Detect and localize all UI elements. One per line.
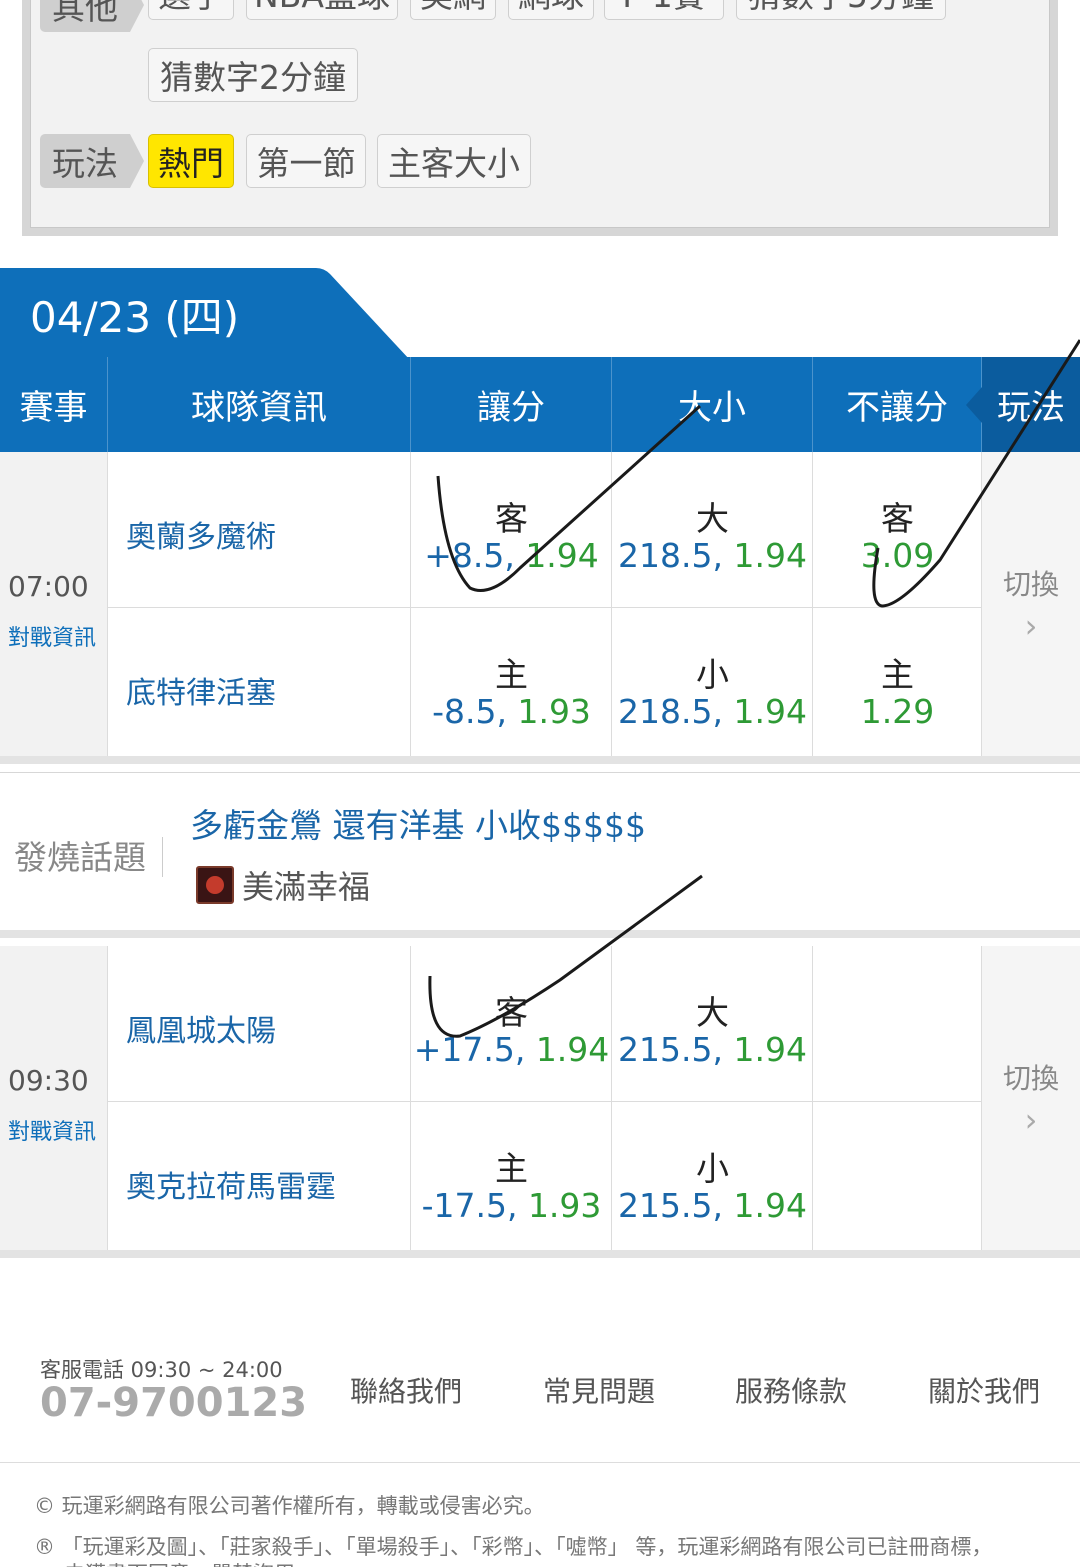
play-chip-first-quarter[interactable]: 第一節 [246,134,366,188]
header-event: 賽事 [0,357,108,452]
spread-away-points: +17.5, [413,1030,526,1069]
spread-home-odds[interactable]: -8.5, 1.93 [411,692,612,731]
header-team-info: 球隊資訊 [108,357,411,452]
total-under-points: 215.5, [618,1186,723,1225]
spread-away-price: 1.94 [525,536,599,575]
moneyline-cell [813,946,982,1250]
copyright-text: © 玩運彩網路有限公司著作權所有，轉載或侵害必究。 [34,1494,545,1518]
total-over-price: 1.94 [733,536,807,575]
spread-home-points: -17.5, [421,1186,518,1225]
trademark-text-cont: 未獲書面同意，嚴禁盜用 [64,1558,295,1567]
ml-away-odds[interactable]: 3.09 [813,536,982,575]
footer-link-about[interactable]: 關於我們 [928,1370,1040,1410]
total-under-price: 1.94 [733,1186,807,1225]
switch-label: 切換 [1002,1062,1059,1095]
row-divider [108,607,982,608]
total-over-label: 大 [696,993,729,1032]
match-time-cell: 07:00 對戰資訊 [0,452,108,756]
match-info-link[interactable]: 對戰資訊 [8,1114,96,1146]
total-under-price: 1.94 [733,692,807,731]
row-divider [108,1101,982,1102]
filter-chip[interactable]: NBA籃球 [246,0,398,20]
ml-home-price: 1.29 [860,692,935,731]
match-row: 07:00 對戰資訊 奧蘭多魔術 底特律活塞 客 +8.5, 1.94 主 -8… [0,452,1080,764]
footer-divider [0,1462,1080,1463]
chevron-right-icon: › [1024,607,1038,645]
spread-home-points: -8.5, [432,692,507,731]
spread-away-label: 客 [495,993,528,1032]
topic-author[interactable]: 美滿幸福 [242,862,370,908]
spread-away-points: +8.5, [424,536,515,575]
chevron-right-icon: › [1024,1101,1038,1139]
spread-away-odds[interactable]: +17.5, 1.94 [411,1030,612,1069]
filter-panel-inner [30,0,1050,228]
spread-home-label: 主 [495,1149,528,1188]
home-team[interactable]: 底特律活塞 [126,668,276,712]
filter-chip[interactable]: 網球 [508,0,594,20]
table-header: 賽事 球隊資訊 讓分 大小 不讓分 玩法 [0,357,1080,452]
header-moneyline: 不讓分 [813,357,982,452]
date-label: 04/23 (四) [30,293,240,342]
filter-chip[interactable]: 選手 [148,0,234,20]
ml-away-price: 3.09 [860,536,935,575]
trademark-text: ® 「玩運彩及圖」、「莊家殺手」、「單場殺手」、「彩幣」、「噓幣」 等，玩運彩網… [34,1535,993,1559]
ml-home-odds[interactable]: 1.29 [813,692,982,731]
header-total: 大小 [612,357,813,452]
header-spread: 讓分 [411,357,612,452]
total-over-price: 1.94 [733,1030,807,1069]
ml-away-label: 客 [881,499,914,538]
total-under-odds[interactable]: 218.5, 1.94 [612,692,813,731]
hot-topic-label: 發燒話題 [14,838,146,877]
footer-link-terms[interactable]: 服務條款 [735,1370,847,1410]
play-row-label: 玩法 [40,134,144,188]
total-over-odds[interactable]: 218.5, 1.94 [612,536,813,575]
filter-row-label-other: 其他 [40,0,144,32]
footer-link-contact[interactable]: 聯絡我們 [350,1370,462,1410]
total-under-odds[interactable]: 215.5, 1.94 [612,1186,813,1225]
total-under-label: 小 [696,655,729,694]
play-chip-hot[interactable]: 熱門 [148,134,234,188]
filter-panel [22,0,1058,236]
total-over-points: 218.5, [618,536,723,575]
filter-chip[interactable]: 猜數字2分鐘 [148,48,358,102]
match-time: 09:30 [8,1064,89,1097]
ml-home-label: 主 [881,655,914,694]
filter-chip[interactable]: 猜數字5分鐘 [736,0,946,20]
play-chip-home-away-total[interactable]: 主客大小 [377,134,531,188]
home-team[interactable]: 奧克拉荷馬雷霆 [126,1162,336,1206]
total-over-points: 215.5, [618,1030,723,1069]
filter-chip[interactable]: 美網 [410,0,496,20]
header-play: 玩法 [966,357,1080,452]
spread-away-price: 1.94 [535,1030,610,1069]
divider [162,837,163,877]
total-under-label: 小 [696,1149,729,1188]
avatar [196,866,234,904]
away-team[interactable]: 鳳凰城太陽 [126,1006,276,1050]
footer-link-faq[interactable]: 常見問題 [543,1370,655,1410]
spread-away-odds[interactable]: +8.5, 1.94 [411,536,612,575]
service-phone[interactable]: 07-9700123 [40,1380,307,1426]
spread-home-label: 主 [495,655,528,694]
switch-play-button[interactable]: 切換 › [982,946,1080,1250]
away-team[interactable]: 奧蘭多魔術 [126,512,276,556]
switch-label: 切換 [1002,568,1059,601]
spread-home-price: 1.93 [517,692,591,731]
spread-home-odds[interactable]: -17.5, 1.93 [411,1186,612,1225]
total-under-points: 218.5, [618,692,723,731]
match-time: 07:00 [8,570,89,603]
hot-topic-banner[interactable]: 發燒話題 多虧金鶯 還有洋基 小收$$$$$ [0,772,1080,938]
match-time-cell: 09:30 對戰資訊 [0,946,108,1250]
filter-chip[interactable]: F 1賽 [604,0,724,20]
hot-topic-title[interactable]: 多虧金鶯 還有洋基 小收$$$$$ [190,799,646,847]
spread-home-price: 1.93 [527,1186,602,1225]
switch-play-button[interactable]: 切換 › [982,452,1080,756]
spread-away-label: 客 [495,499,528,538]
match-info-link[interactable]: 對戰資訊 [8,620,96,652]
total-over-label: 大 [696,499,729,538]
total-over-odds[interactable]: 215.5, 1.94 [612,1030,813,1069]
match-row: 09:30 對戰資訊 鳳凰城太陽 奧克拉荷馬雷霆 客 +17.5, 1.94 主… [0,946,1080,1258]
